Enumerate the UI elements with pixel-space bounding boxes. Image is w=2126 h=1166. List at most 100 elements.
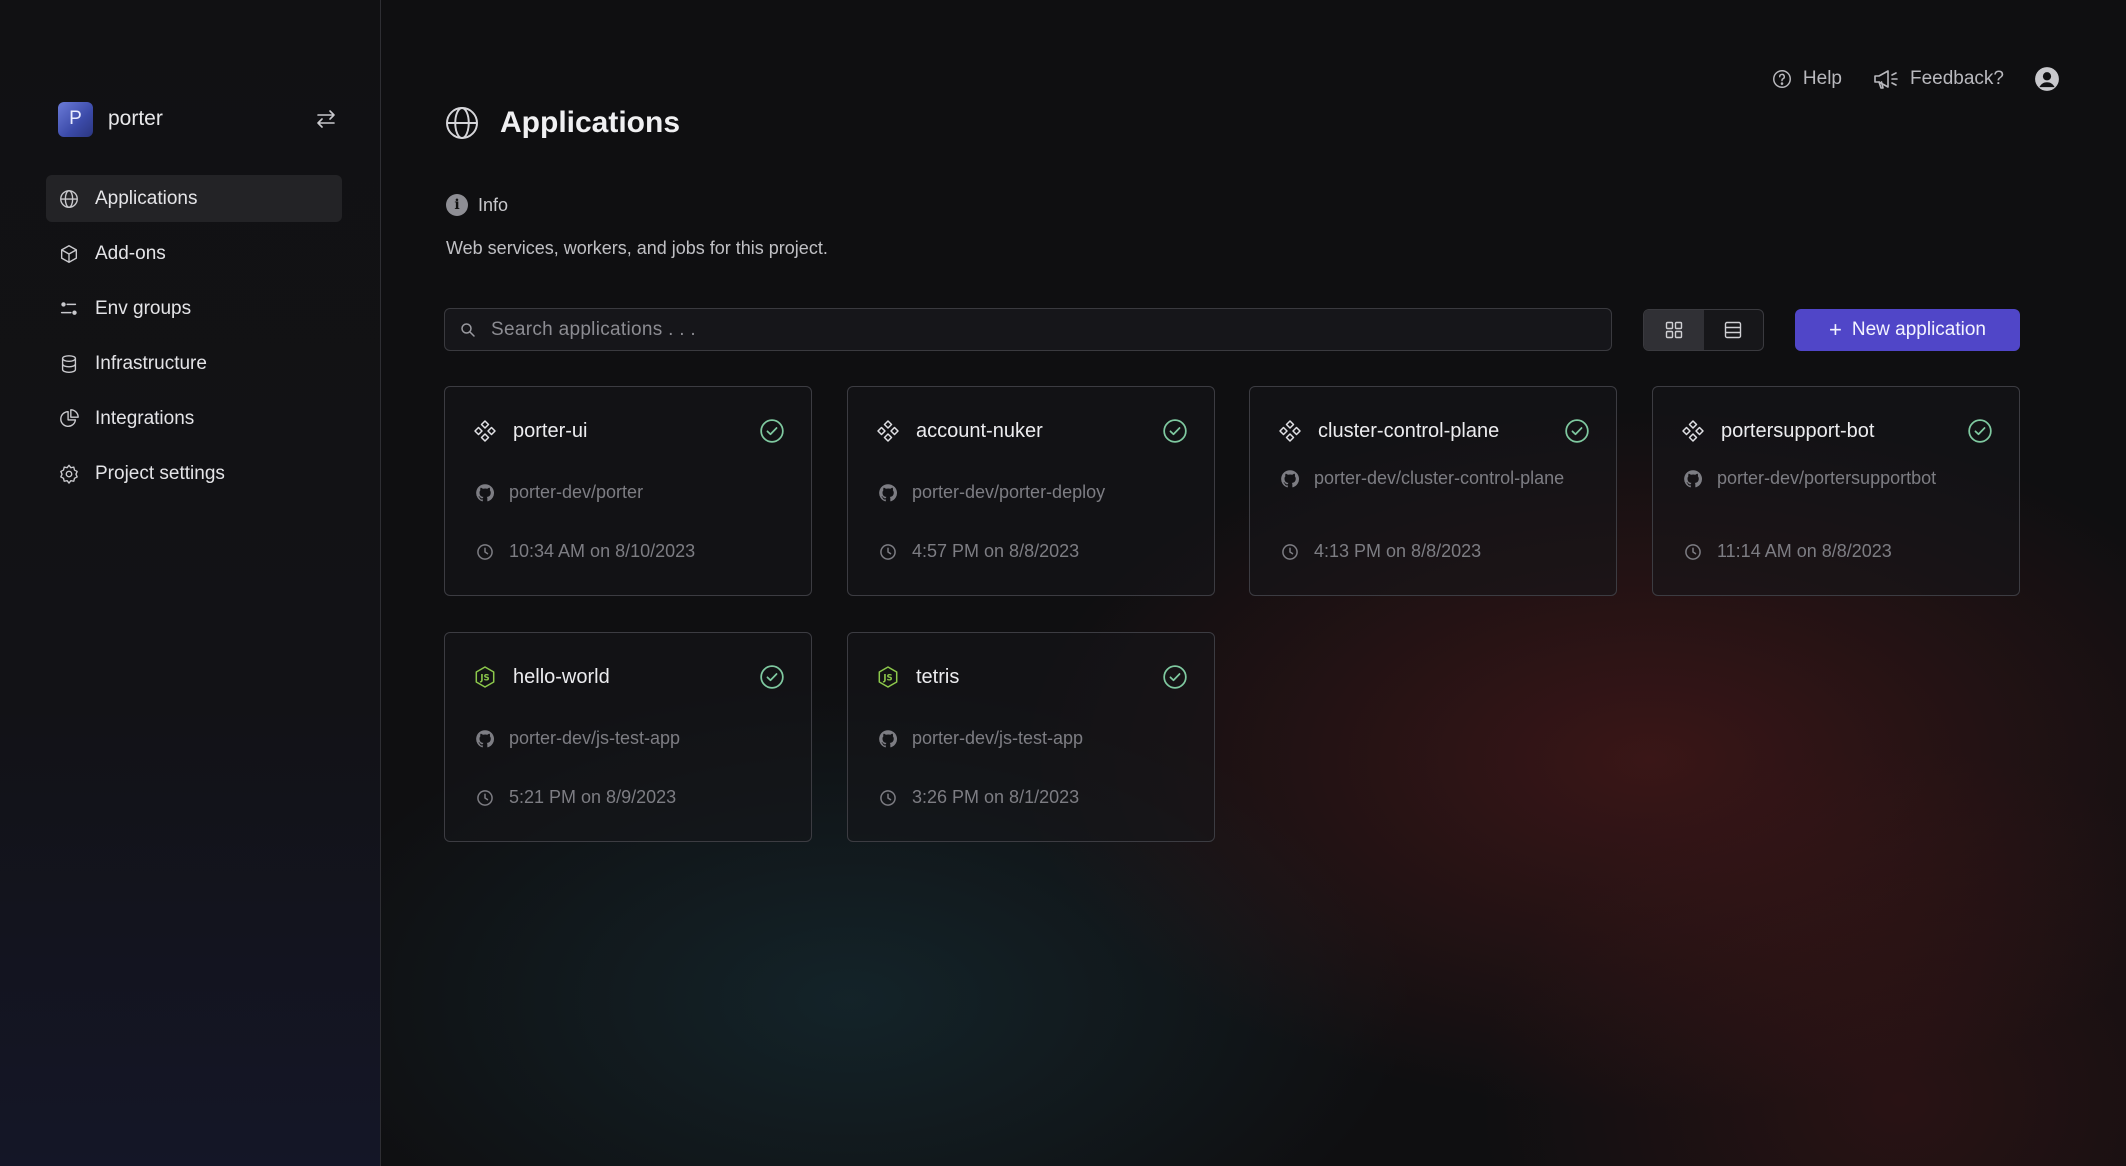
- status-check-icon: [760, 665, 784, 689]
- sidebar-item-integrations[interactable]: Integrations: [46, 395, 342, 442]
- app-name: porter-ui: [513, 419, 588, 442]
- sidebar-item-label: Infrastructure: [95, 352, 207, 374]
- cube-icon: [60, 244, 78, 263]
- app-name: tetris: [916, 665, 960, 688]
- app-card[interactable]: JS tetris porter-dev/js-test-app 3:26 PM o…: [847, 632, 1215, 842]
- app-card-header: cluster-control-plane: [1278, 416, 1590, 446]
- status-check-icon: [760, 419, 784, 443]
- grid-icon: [1665, 321, 1682, 339]
- nodejs-icon: JS: [878, 666, 898, 688]
- globe-icon: [446, 107, 478, 139]
- app-name: portersupport-bot: [1721, 419, 1875, 442]
- app-card[interactable]: porter-ui porter-dev/porter 10:34 AM on 8/…: [444, 386, 812, 596]
- help-link[interactable]: Help: [1771, 68, 1842, 90]
- search-input[interactable]: [491, 318, 1591, 341]
- sidebar-item-add-ons[interactable]: Add-ons: [46, 230, 342, 277]
- sidebar-item-applications[interactable]: Applications: [46, 175, 342, 222]
- app-card[interactable]: account-nuker porter-dev/porter-deploy 4:5…: [847, 386, 1215, 596]
- database-icon: [61, 354, 77, 373]
- help-icon: [1772, 70, 1791, 88]
- app-repo-label: porter-dev/js-test-app: [912, 728, 1084, 748]
- app-name: hello-world: [513, 665, 610, 688]
- sidebar-item-label: Env groups: [95, 297, 192, 319]
- info-label: Info: [478, 194, 509, 215]
- nodejs-icon: JS: [475, 666, 495, 688]
- swap-icon[interactable]: [314, 107, 338, 131]
- app-name: account-nuker: [916, 419, 1043, 442]
- app-updated-label: 5:21 PM on 8/9/2023: [509, 787, 677, 807]
- feedback-link[interactable]: Feedback?: [1872, 67, 2004, 91]
- sidebar-item-label: Applications: [95, 187, 198, 209]
- sidebar-nav: Applications Add-ons Env groups Infrastr…: [46, 175, 342, 505]
- info-icon: i: [446, 194, 468, 216]
- app-updated-label: 4:13 PM on 8/8/2023: [1314, 541, 1482, 561]
- clock-icon: [1685, 543, 1701, 560]
- status-check-icon: [1163, 419, 1187, 443]
- app-updated-label: 4:57 PM on 8/8/2023: [912, 541, 1080, 561]
- sliders-icon: [60, 301, 77, 315]
- clock-icon: [477, 789, 493, 806]
- app-updated-time: 4:13 PM on 8/8/2023: [1280, 541, 1481, 562]
- grid-view-button[interactable]: [1644, 310, 1704, 350]
- gear-icon: [60, 464, 78, 484]
- app-repo: porter-dev/porter: [475, 479, 785, 506]
- app-updated-label: 10:34 AM on 8/10/2023: [509, 541, 696, 561]
- app-updated-time: 11:14 AM on 8/8/2023: [1683, 541, 1892, 562]
- clock-icon: [880, 789, 896, 806]
- plus-icon: +: [1829, 317, 1842, 342]
- sidebar-item-label: Project settings: [95, 462, 225, 484]
- app-updated-time: 3:26 PM on 8/1/2023: [878, 787, 1079, 808]
- app-repo: porter-dev/portersupportbot: [1683, 465, 1993, 492]
- app-repo: porter-dev/js-test-app: [878, 725, 1188, 752]
- app-updated-label: 3:26 PM on 8/1/2023: [912, 787, 1080, 807]
- clock-icon: [477, 543, 493, 560]
- app-card-header: account-nuker: [876, 416, 1188, 446]
- sidebar-item-env-groups[interactable]: Env groups: [46, 285, 342, 332]
- helm-icon: [1279, 420, 1301, 442]
- app-repo-label: porter-dev/porter-deploy: [912, 482, 1106, 502]
- user-avatar-icon[interactable]: [2034, 66, 2060, 92]
- search-bar: [444, 308, 1612, 351]
- sidebar-item-infrastructure[interactable]: Infrastructure: [46, 340, 342, 387]
- list-icon: [1725, 321, 1742, 339]
- sidebar-item-label: Integrations: [95, 407, 195, 429]
- list-view-button[interactable]: [1704, 310, 1764, 350]
- github-icon: [879, 484, 898, 502]
- github-icon: [879, 730, 898, 748]
- helm-icon: [474, 420, 496, 442]
- project-switcher[interactable]: P porter: [58, 101, 338, 137]
- project-avatar: P: [58, 101, 93, 137]
- app-card[interactable]: cluster-control-plane porter-dev/cluster-…: [1249, 386, 1617, 596]
- app-repo-label: porter-dev/cluster-control-plane: [1314, 468, 1565, 488]
- sidebar-item-project-settings[interactable]: Project settings: [46, 450, 342, 497]
- page-description: Web services, workers, and jobs for this…: [446, 238, 828, 258]
- app-card-header: JS hello-world: [473, 662, 785, 692]
- view-toggle: [1643, 309, 1764, 351]
- svg-text:JS: JS: [882, 674, 892, 684]
- github-icon: [1684, 470, 1703, 488]
- app-repo: porter-dev/cluster-control-plane: [1280, 465, 1590, 492]
- app-repo-label: porter-dev/portersupportbot: [1717, 468, 1937, 488]
- clock-icon: [880, 543, 896, 560]
- feedback-label: Feedback?: [1909, 68, 2004, 89]
- app-card[interactable]: portersupport-bot porter-dev/portersuppor…: [1652, 386, 2020, 596]
- app-updated-time: 5:21 PM on 8/9/2023: [475, 787, 676, 808]
- app-card-header: portersupport-bot: [1681, 416, 1993, 446]
- helm-icon: [877, 420, 899, 442]
- app-repo: porter-dev/porter-deploy: [878, 479, 1188, 506]
- app-updated-label: 11:14 AM on 8/8/2023: [1717, 541, 1892, 561]
- app-repo: porter-dev/js-test-app: [475, 725, 785, 752]
- app-repo-label: porter-dev/porter: [509, 482, 644, 502]
- app-updated-time: 10:34 AM on 8/10/2023: [475, 541, 695, 562]
- app-card[interactable]: JS hello-world porter-dev/js-test-app 5:21…: [444, 632, 812, 842]
- helm-icon: [1682, 420, 1704, 442]
- pie-chart-icon: [60, 408, 79, 427]
- topbar: Help Feedback?: [1771, 66, 2060, 92]
- page-header: Applications: [444, 105, 680, 141]
- globe-icon: [60, 189, 78, 208]
- app-card-header: JS tetris: [876, 662, 1188, 692]
- github-icon: [476, 730, 495, 748]
- app-updated-time: 4:57 PM on 8/8/2023: [878, 541, 1079, 562]
- new-application-button[interactable]: + New application: [1795, 309, 2020, 351]
- app-name: cluster-control-plane: [1318, 419, 1500, 442]
